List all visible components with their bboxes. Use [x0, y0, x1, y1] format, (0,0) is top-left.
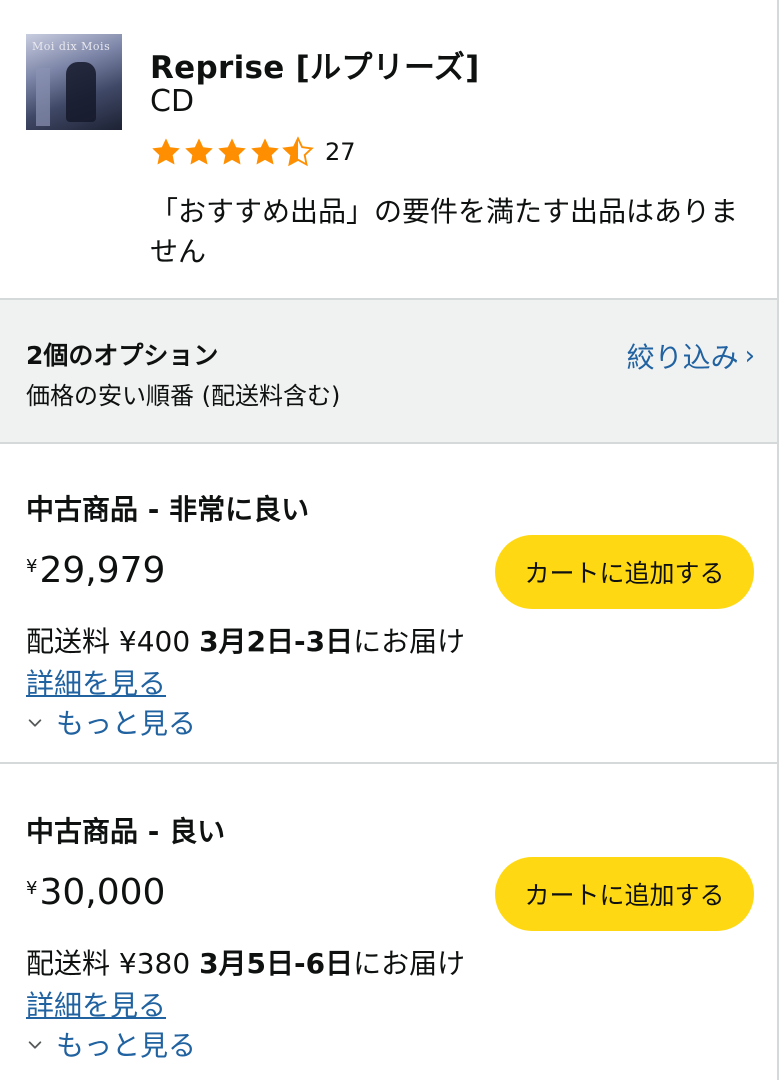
options-bar: 2個のオプション 価格の安い順番 (配送料含む) 絞り込み › [0, 298, 777, 444]
price-value: 29,979 [39, 550, 166, 591]
offers-page: Moi dix Mois Reprise [ルプリーズ] CD 27 「おすすめ… [0, 0, 779, 1080]
offer-card: 中古商品 - 非常に良い ¥ 29,979 カートに追加する 配送料 ¥400 … [0, 444, 777, 764]
chevron-down-icon [28, 1041, 42, 1049]
thumbnail-pillar [36, 68, 50, 126]
product-rating[interactable]: 27 [150, 136, 356, 168]
show-more-toggle[interactable]: もっと見る [26, 1024, 196, 1064]
show-more-label: もっと見る [56, 707, 197, 740]
delivery-date: 3月5日-6日 [199, 947, 354, 980]
delivery-info: 配送料 ¥380 3月5日-6日にお届け [26, 942, 465, 982]
offer-condition: 中古商品 - 非常に良い [26, 493, 310, 526]
add-to-cart-button[interactable]: カートに追加する [495, 857, 754, 931]
filter-link[interactable]: 絞り込み › [627, 336, 755, 376]
offer-condition: 中古商品 - 良い [26, 815, 226, 848]
product-thumbnail[interactable]: Moi dix Mois [26, 34, 122, 130]
product-title[interactable]: Reprise [ルプリーズ] [150, 42, 480, 87]
filter-label: 絞り込み [626, 341, 739, 374]
delivery-info: 配送料 ¥400 3月2日-3日にお届け [26, 620, 465, 660]
thumbnail-figure [66, 62, 96, 122]
chevron-down-icon [28, 719, 42, 727]
currency-symbol: ¥ [26, 878, 38, 899]
product-format: CD [150, 84, 195, 119]
star-half-icon [282, 136, 314, 167]
show-more-label: もっと見る [56, 1029, 197, 1062]
star-full-icon [251, 138, 279, 165]
options-count: 2個のオプション [26, 341, 219, 370]
shipping-fee: 配送料 ¥400 [26, 625, 200, 658]
sort-description: 価格の安い順番 (配送料含む) [26, 382, 341, 410]
no-featured-offer-message: 「おすすめ出品」の要件を満たす出品はありません [150, 195, 739, 268]
rating-count[interactable]: 27 [325, 138, 356, 166]
price-value: 30,000 [39, 872, 166, 913]
delivery-suffix: にお届け [353, 625, 466, 658]
details-link[interactable]: 詳細を見る [26, 984, 166, 1024]
show-more-toggle[interactable]: もっと見る [26, 702, 196, 742]
offer-card: 中古商品 - 良い ¥ 30,000 カートに追加する 配送料 ¥380 3月5… [0, 766, 777, 1080]
star-full-icon [218, 138, 246, 165]
star-full-icon [152, 138, 180, 165]
product-header: Moi dix Mois Reprise [ルプリーズ] CD 27 「おすすめ… [0, 0, 777, 298]
delivery-date: 3月2日-3日 [199, 625, 354, 658]
offer-price: ¥ 29,979 [26, 550, 165, 591]
chevron-right-icon: › [744, 341, 755, 371]
delivery-suffix: にお届け [353, 947, 466, 980]
currency-symbol: ¥ [26, 556, 38, 577]
thumbnail-logo: Moi dix Mois [32, 40, 111, 53]
details-link[interactable]: 詳細を見る [26, 662, 166, 702]
shipping-fee: 配送料 ¥380 [26, 947, 200, 980]
star-full-icon [185, 138, 213, 165]
star-rating [150, 136, 315, 168]
add-to-cart-button[interactable]: カートに追加する [495, 535, 754, 609]
offer-price: ¥ 30,000 [26, 872, 165, 913]
